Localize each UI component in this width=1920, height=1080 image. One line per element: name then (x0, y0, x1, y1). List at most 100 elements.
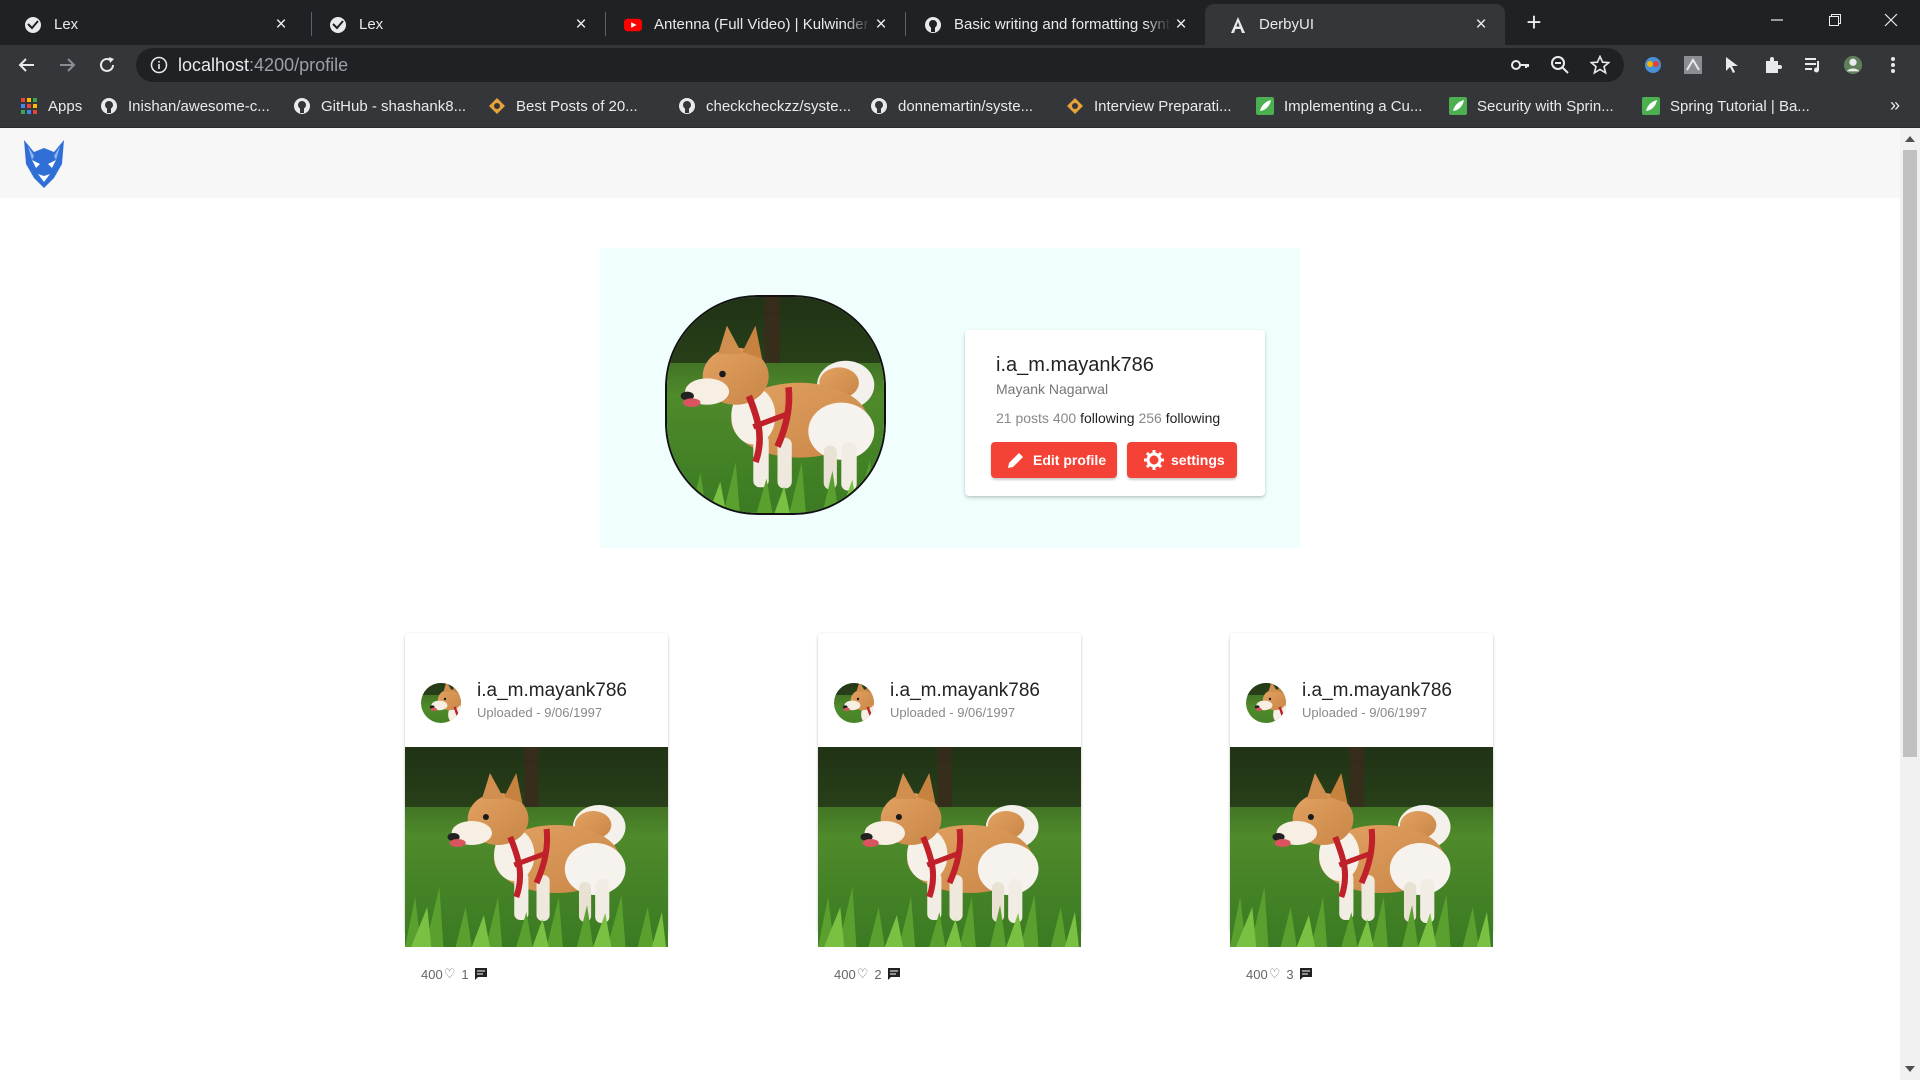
bookmark-label: Inishan/awesome-c... (128, 97, 270, 115)
extension-cursor-icon[interactable] (1723, 55, 1743, 75)
edit-profile-button[interactable]: Edit profile (991, 442, 1117, 478)
back-button[interactable] (12, 50, 42, 80)
bookmarks-overflow-button[interactable]: » (1890, 95, 1900, 116)
tab-title: Basic writing and formatting syntax (954, 16, 1171, 33)
zoom-icon[interactable] (1550, 55, 1570, 75)
post-date: Uploaded - 9/06/1997 (890, 705, 1016, 720)
post-card[interactable]: i.a_m.mayank786 Uploaded - 9/06/1997 400… (1230, 633, 1493, 982)
tab-youtube[interactable]: Antenna (Full Video) | Kulwinder Billa × (600, 4, 905, 45)
post-actions: 400 ♡ 1 (421, 966, 487, 982)
tab-lex-1[interactable]: Lex × (0, 4, 305, 45)
comment-icon[interactable] (887, 968, 900, 980)
url-host: localhost (178, 55, 250, 75)
post-actions: 400 ♡ 3 (1246, 966, 1312, 982)
post-username[interactable]: i.a_m.mayank786 (890, 680, 1040, 702)
bookmark-label: Best Posts of 20... (516, 97, 638, 115)
followers-label: following (1080, 410, 1135, 426)
bookmark-star-icon[interactable] (1590, 55, 1610, 75)
scroll-up-arrow-icon[interactable] (1905, 136, 1915, 142)
profile-username: i.a_m.mayank786 (996, 354, 1154, 376)
menu-kebab-icon[interactable] (1883, 55, 1903, 75)
leaf-icon (1449, 97, 1467, 115)
wolf-logo-icon[interactable] (20, 138, 68, 190)
tab-github[interactable]: Basic writing and formatting syntax × (900, 4, 1205, 45)
bookmark-item[interactable]: Interview Preparati... (1066, 94, 1232, 118)
bookmark-item[interactable]: Security with Sprin... (1449, 94, 1614, 118)
close-icon[interactable]: × (271, 14, 291, 35)
heart-icon[interactable]: ♡ (1269, 966, 1281, 982)
page-scrollbar[interactable] (1900, 128, 1920, 1080)
url-path: :4200/profile (249, 55, 349, 75)
address-bar[interactable]: localhost:4200/profile (136, 48, 1624, 82)
heart-icon[interactable]: ♡ (444, 966, 456, 982)
info-icon[interactable] (150, 56, 168, 79)
comment-icon[interactable] (474, 968, 487, 980)
post-avatar[interactable] (834, 683, 874, 723)
reload-button[interactable] (92, 50, 122, 80)
bookmark-item[interactable]: Spring Tutorial | Ba... (1642, 94, 1810, 118)
post-actions: 400 ♡ 2 (834, 966, 900, 982)
post-avatar[interactable] (1246, 683, 1286, 723)
post-avatar[interactable] (421, 683, 461, 723)
tab-title: Lex (359, 16, 384, 33)
tab-lex-2[interactable]: Lex × (305, 4, 605, 45)
bookmark-item[interactable]: Implementing a Cu... (1256, 94, 1422, 118)
tab-derbyui[interactable]: DerbyUI × (1205, 4, 1505, 45)
close-icon[interactable]: × (1471, 14, 1491, 35)
url-text: localhost:4200/profile (178, 55, 348, 76)
forward-button[interactable] (52, 50, 82, 80)
post-image[interactable] (818, 747, 1081, 947)
extension-colorful-icon[interactable] (1643, 55, 1663, 75)
extension-grid-icon[interactable] (1683, 55, 1703, 75)
bookmark-label: Apps (48, 97, 83, 115)
post-date: Uploaded - 9/06/1997 (477, 705, 603, 720)
restore-button[interactable] (1806, 0, 1864, 40)
minimize-button[interactable] (1748, 0, 1806, 40)
bookmark-item[interactable]: GitHub - shashank8... (293, 94, 466, 118)
reload-icon (100, 57, 114, 72)
close-icon[interactable]: × (871, 14, 891, 35)
bookmark-item[interactable]: Inishan/awesome-c... (100, 94, 270, 118)
comment-icon[interactable] (1299, 968, 1312, 980)
apps-grid-icon (20, 97, 38, 115)
pencil-icon (1005, 449, 1027, 471)
close-icon[interactable]: × (1171, 14, 1191, 35)
close-window-button[interactable] (1862, 0, 1920, 40)
post-card[interactable]: i.a_m.mayank786 Uploaded - 9/06/1997 400… (818, 633, 1081, 982)
github-icon (293, 97, 311, 115)
github-icon (100, 97, 118, 115)
heart-icon[interactable]: ♡ (857, 966, 869, 982)
angular-icon (1229, 16, 1247, 34)
bookmark-apps[interactable]: Apps (20, 94, 82, 118)
post-image[interactable] (1230, 747, 1493, 947)
comments-count: 2 (874, 966, 882, 982)
github-icon (870, 97, 888, 115)
lex-icon (24, 16, 42, 34)
new-tab-button[interactable]: + (1520, 7, 1548, 37)
scroll-down-arrow-icon[interactable] (1905, 1066, 1915, 1072)
bookmark-label: donnemartin/syste... (898, 97, 1034, 115)
blog-icon (1066, 97, 1084, 115)
following-count: 256 (1138, 410, 1162, 426)
bookmark-item[interactable]: Best Posts of 20... (488, 94, 638, 118)
settings-button[interactable]: settings (1127, 442, 1237, 478)
scrollbar-thumb[interactable] (1903, 150, 1917, 757)
bookmark-item[interactable]: donnemartin/syste... (870, 94, 1033, 118)
profile-panel: i.a_m.mayank786 Mayank Nagarwal 21 posts… (600, 248, 1300, 548)
likes-count: 400 (834, 966, 856, 982)
profile-avatar[interactable] (665, 295, 886, 515)
media-control-icon[interactable] (1803, 55, 1823, 75)
bookmark-label: checkcheckzz/syste... (706, 97, 852, 115)
post-card[interactable]: i.a_m.mayank786 Uploaded - 9/06/1997 400… (405, 633, 668, 982)
profile-avatar-icon[interactable] (1843, 55, 1863, 75)
post-image[interactable] (405, 747, 668, 947)
tab-title: Lex (54, 16, 79, 33)
close-icon[interactable]: × (571, 14, 591, 35)
post-username[interactable]: i.a_m.mayank786 (477, 680, 627, 702)
forward-arrow-icon (60, 58, 76, 72)
key-icon[interactable] (1510, 55, 1530, 75)
bookmark-item[interactable]: checkcheckzz/syste... (678, 94, 851, 118)
extensions-puzzle-icon[interactable] (1763, 55, 1783, 75)
edit-profile-label: Edit profile (1033, 452, 1107, 468)
post-username[interactable]: i.a_m.mayank786 (1302, 680, 1452, 702)
